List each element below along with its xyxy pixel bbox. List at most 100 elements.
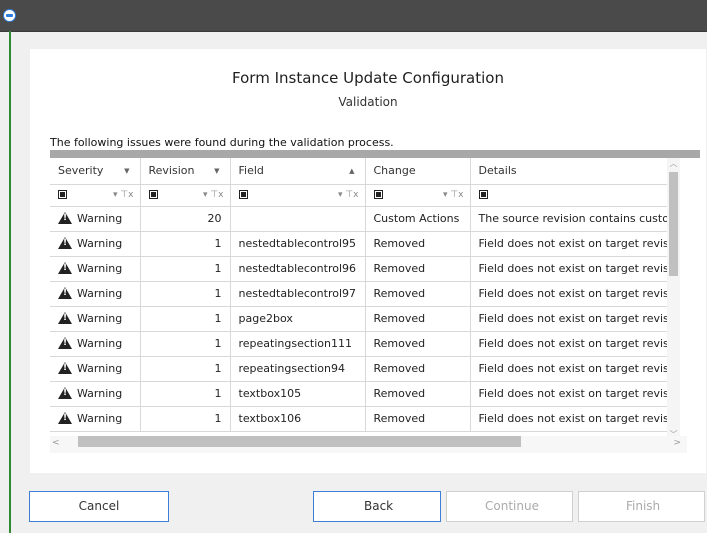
field-cell: page2box [230,306,366,332]
change-cell: Removed [365,231,471,257]
field-cell: nestedtablecontrol97 [230,281,366,307]
field-cell: repeatingsection94 [230,356,366,382]
severity-label: Warning [77,237,123,250]
severity-label: Warning [77,287,123,300]
change-cell: Removed [365,306,471,332]
warning-icon [58,387,72,399]
severity-cell: Warning [50,331,141,357]
table-row[interactable]: Warning 1 textbox106 Removed Field does … [50,406,667,432]
details-cell: Field does not exist on target revisi [470,356,667,382]
severity-label: Warning [77,387,123,400]
revision-cell: 1 [140,281,231,307]
details-cell: Field does not exist on target revisi [470,281,667,307]
filter-checkbox-icon[interactable] [148,190,158,199]
filter-cell[interactable]: ▾ ⊤x [230,184,366,207]
column-header-label: Severity [58,164,104,178]
warning-icon [58,312,72,324]
scroll-left-icon[interactable]: < [52,438,60,448]
details-cell: The source revision contains custo [470,206,667,232]
severity-cell: Warning [50,281,141,307]
change-cell: Removed [365,356,471,382]
severity-cell: Warning [50,406,141,432]
column-header-field[interactable]: Field ▲ [230,158,366,185]
column-header-label: Change [373,164,416,178]
change-cell: Removed [365,406,471,432]
table-row[interactable]: Warning 1 repeatingsection94 Removed Fie… [50,356,667,382]
warning-icon [58,262,72,274]
filter-cell[interactable]: ▾ ⊤x [50,184,141,207]
cancel-button[interactable]: Cancel [29,491,169,522]
vertical-scroll-thumb[interactable] [669,172,678,276]
warning-icon [58,237,72,249]
filter-clear-icon[interactable]: ▾ ⊤x [203,190,224,200]
filter-clear-icon[interactable]: ▾ ⊤x [113,190,134,200]
table-row[interactable]: Warning 20 Custom Actions The source rev… [50,206,667,232]
sort-desc-icon[interactable]: ▼ [214,167,219,175]
table-row[interactable]: Warning 1 repeatingsection111 Removed Fi… [50,331,667,357]
warning-icon [58,337,72,349]
column-header-revision[interactable]: Revision ▼ [140,158,231,185]
title-bar [0,0,707,32]
details-cell: Field does not exist on target revisi [470,306,667,332]
finish-button[interactable]: Finish [578,491,705,522]
scroll-right-icon[interactable]: > [673,438,681,448]
severity-cell: Warning [50,256,141,282]
revision-cell: 1 [140,231,231,257]
filter-cell[interactable]: ▾ ⊤x [365,184,471,207]
table-row[interactable]: Warning 1 nestedtablecontrol97 Removed F… [50,281,667,307]
column-header-change[interactable]: Change [365,158,471,185]
field-cell: textbox106 [230,406,366,432]
filter-clear-icon[interactable]: ▾ ⊤x [338,190,359,200]
table-row[interactable]: Warning 1 nestedtablecontrol95 Removed F… [50,231,667,257]
scroll-up-icon[interactable]: ︿ [667,158,680,170]
filter-checkbox-icon[interactable] [373,190,383,199]
revision-cell: 1 [140,256,231,282]
table-row[interactable]: Warning 1 nestedtablecontrol96 Removed F… [50,256,667,282]
horizontal-scrollbar[interactable]: < > [50,436,687,453]
warning-icon [58,362,72,374]
filter-checkbox-icon[interactable] [238,190,248,199]
app-icon [3,9,16,22]
header-row: Severity ▼ Revision ▼ Field ▲ Change Detail… [50,158,667,185]
revision-cell: 1 [140,381,231,407]
severity-label: Warning [77,262,123,275]
filter-row: ▾ ⊤x ▾ ⊤x ▾ ⊤x ▾ ⊤x [50,184,667,207]
filter-checkbox-icon[interactable] [478,190,488,199]
filter-cell[interactable]: ▾ ⊤x [140,184,231,207]
group-header-bar [50,150,700,158]
field-cell [230,206,366,232]
horizontal-scroll-thumb[interactable] [78,436,521,447]
change-cell: Removed [365,381,471,407]
filter-cell[interactable] [470,184,667,207]
table-row[interactable]: Warning 1 textbox105 Removed Field does … [50,381,667,407]
revision-cell: 1 [140,331,231,357]
filter-checkbox-icon[interactable] [58,190,67,199]
column-header-severity[interactable]: Severity ▼ [50,158,141,185]
dialog-subtitle: Validation [338,95,398,109]
severity-cell: Warning [50,356,141,382]
column-header-details[interactable]: Details [470,158,667,185]
vertical-scrollbar[interactable]: ︿ ﹀ [667,158,680,441]
change-cell: Removed [365,256,471,282]
severity-label: Warning [77,212,123,225]
column-header-label: Details [478,164,517,178]
window-accent-bar [9,31,11,533]
filter-clear-icon[interactable]: ▾ ⊤x [443,190,464,200]
column-header-label: Revision [148,164,195,178]
info-text: The following issues were found during t… [50,136,394,149]
table-row[interactable]: Warning 1 page2box Removed Field does no… [50,306,667,332]
revision-cell: 1 [140,306,231,332]
back-button[interactable]: Back [313,491,441,522]
revision-cell: 1 [140,406,231,432]
field-cell: textbox105 [230,381,366,407]
change-cell: Removed [365,281,471,307]
dialog-title: Form Instance Update Configuration [232,69,504,87]
continue-button[interactable]: Continue [446,491,573,522]
details-cell: Field does not exist on target revisi [470,381,667,407]
field-cell: nestedtablecontrol95 [230,231,366,257]
change-cell: Removed [365,331,471,357]
details-cell: Field does not exist on target revisi [470,331,667,357]
sort-asc-icon[interactable]: ▲ [349,167,354,175]
sort-desc-icon[interactable]: ▼ [124,167,129,175]
severity-label: Warning [77,312,123,325]
